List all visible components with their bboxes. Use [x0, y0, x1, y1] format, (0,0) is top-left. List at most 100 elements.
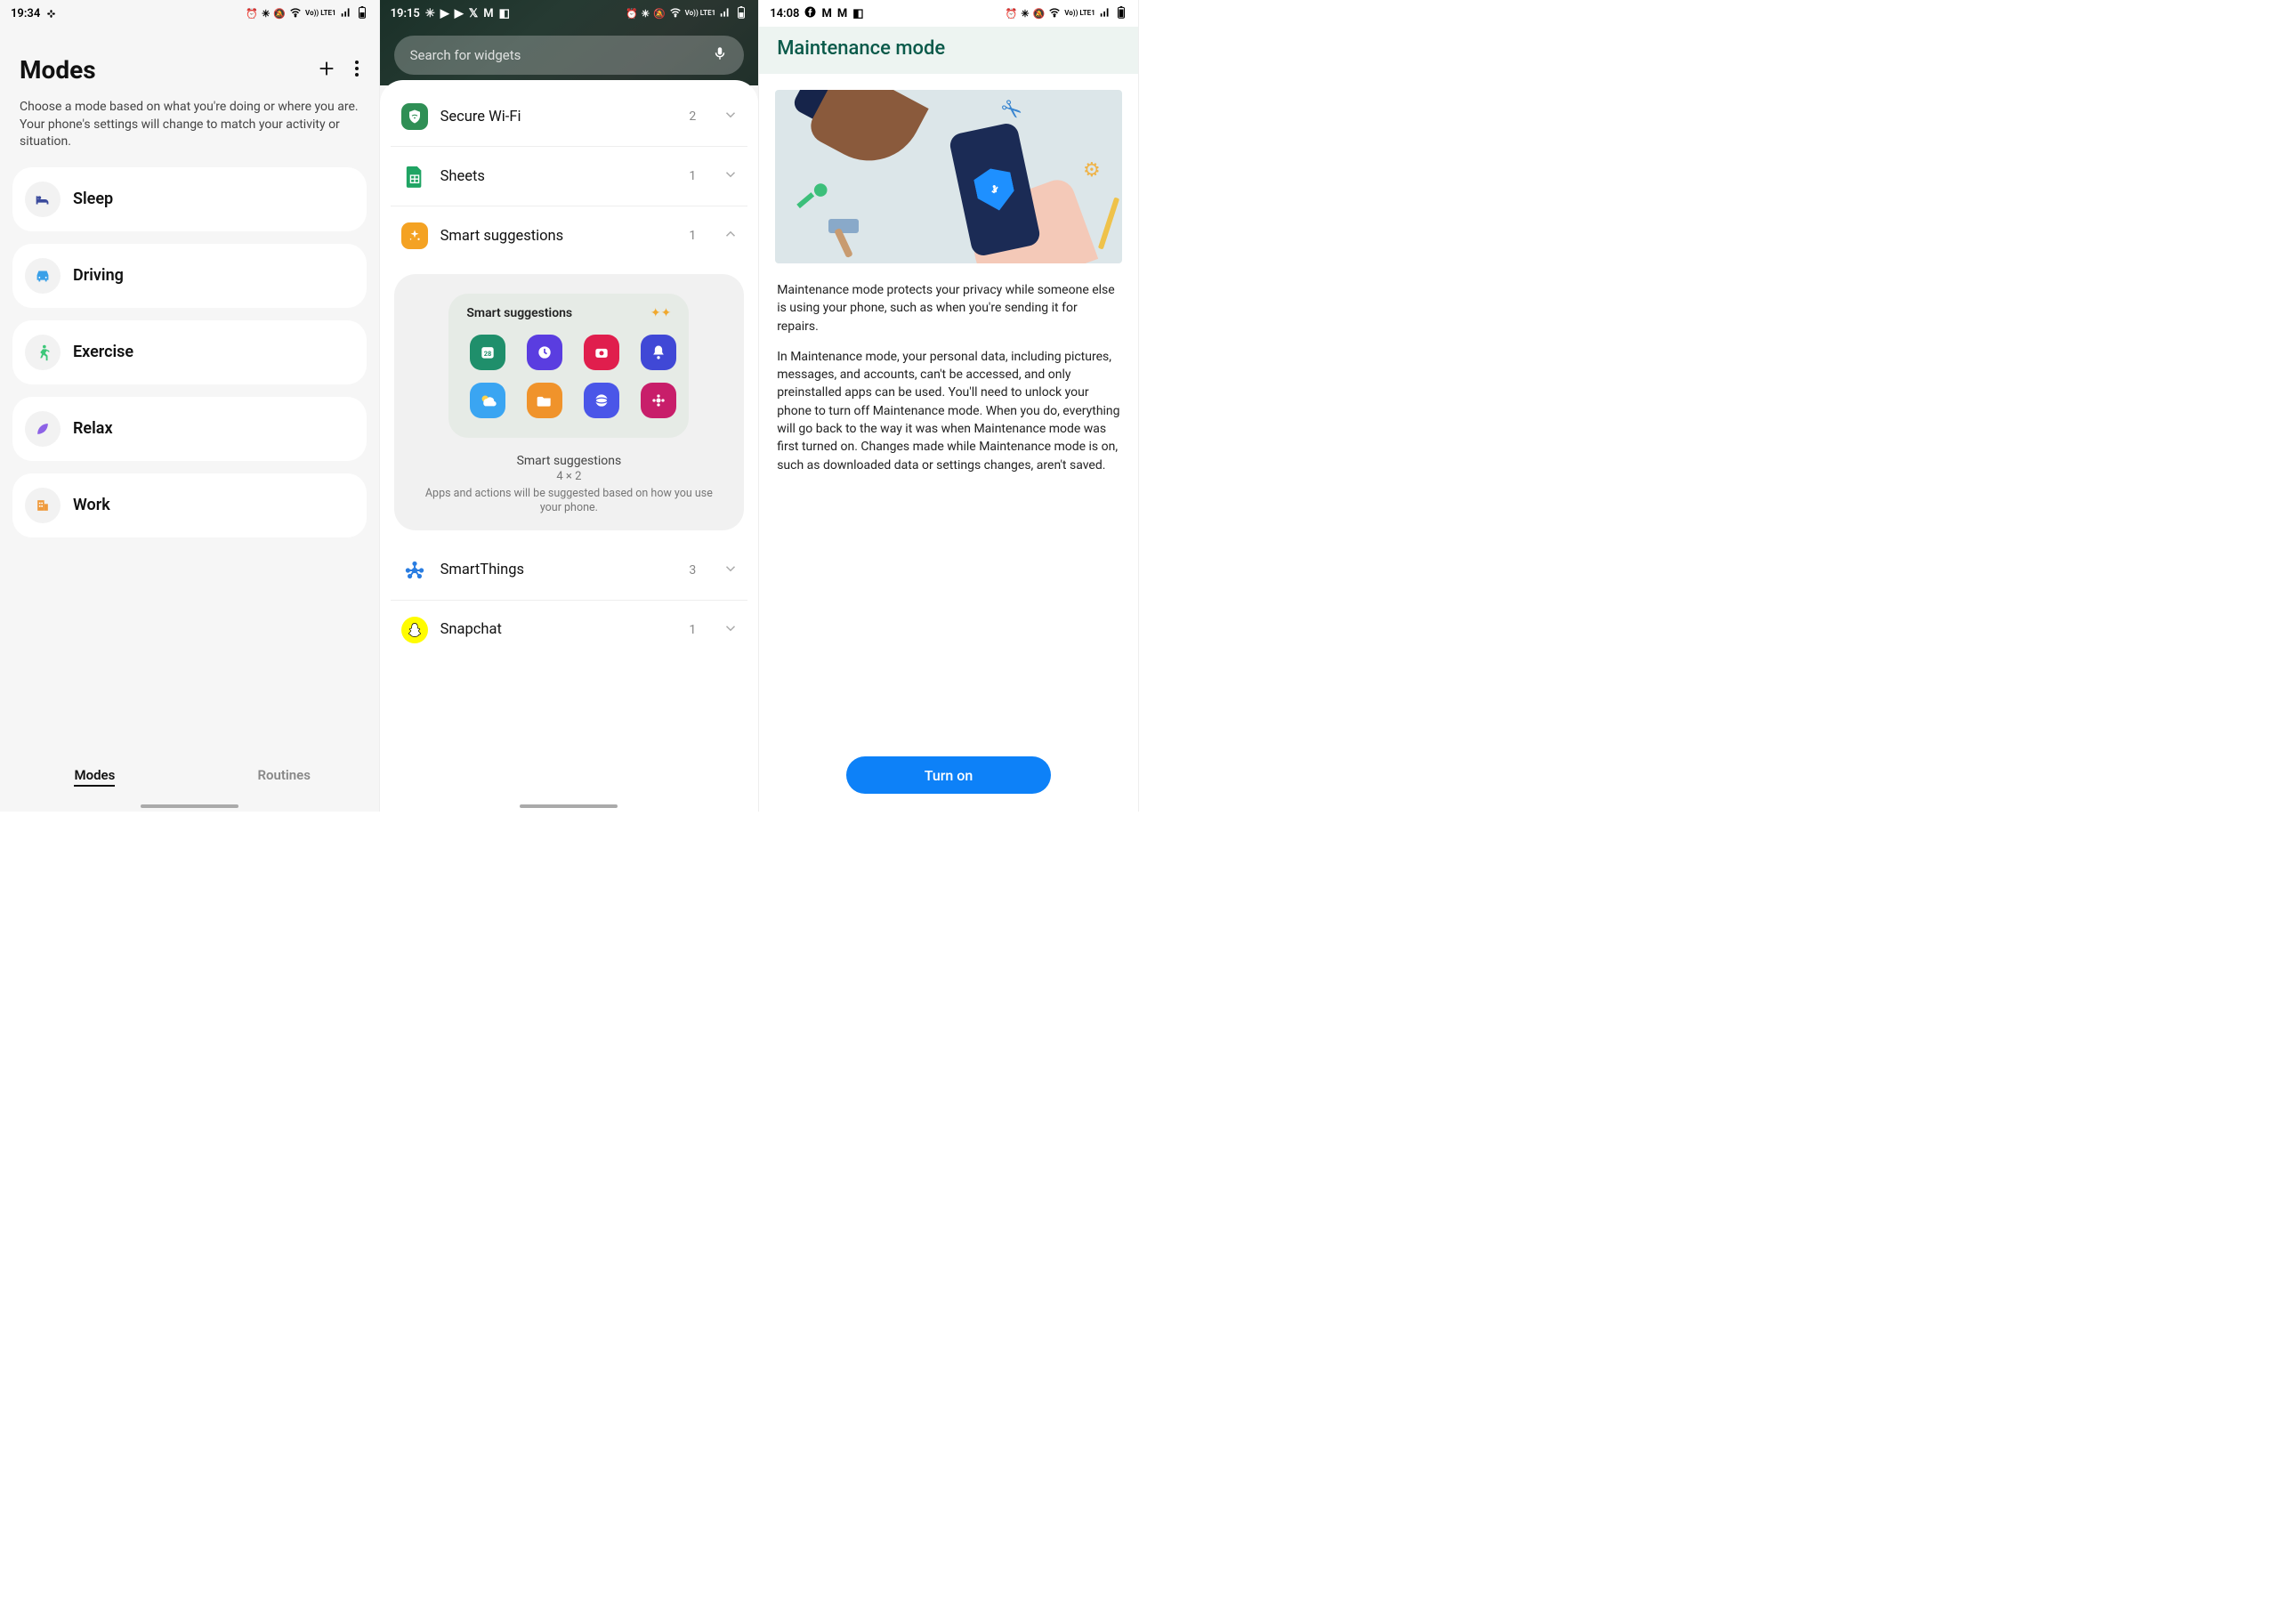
slack-icon: [45, 8, 57, 20]
status-bar: 14:08 M M ◧ ⏰ ✳ 🔕 Vo)) LTE1: [759, 0, 1138, 27]
preview-caption-title: Smart suggestions: [394, 454, 745, 468]
mode-item-relax[interactable]: Relax: [12, 397, 367, 461]
bottom-tabs: Modes Routines: [0, 758, 379, 792]
tab-modes[interactable]: Modes: [0, 758, 190, 792]
screen-widgets: 19:15 ✳ ▶ ▶ 𝕏 M ◧ ⏰ ✳ 🔕 Vo)) LTE1: [380, 0, 760, 812]
svg-text:28: 28: [484, 350, 492, 358]
wifi-icon: [289, 6, 302, 21]
status-bar: 19:34 ⏰ ✳ 🔕 Vo)) LTE1: [0, 0, 379, 27]
widget-row-sheets[interactable]: Sheets 1: [391, 147, 748, 206]
shield-wifi-icon: [401, 103, 428, 130]
sparkle-icon: [401, 222, 428, 249]
more-button[interactable]: [354, 60, 359, 81]
snapchat-icon: [401, 617, 428, 643]
sparkle-icon: ✦✦: [650, 306, 671, 320]
preview-caption-desc: Apps and actions will be suggested based…: [394, 487, 745, 516]
chevron-down-icon: [723, 620, 739, 640]
chevron-down-icon: [723, 107, 739, 126]
battery-icon: [1115, 6, 1127, 21]
app-files-icon: [527, 383, 562, 418]
chevron-down-icon: [723, 166, 739, 186]
widget-list-sheet: Secure Wi-Fi 2 Sheets 1 Smart suggestion…: [380, 80, 759, 812]
run-icon: [25, 335, 61, 370]
alarm-icon: ⏰: [1006, 8, 1018, 20]
sheets-icon: [401, 163, 428, 190]
status-bar: 19:15 ✳ ▶ ▶ 𝕏 M ◧ ⏰ ✳ 🔕 Vo)) LTE1: [380, 0, 759, 27]
status-time: 19:15: [391, 7, 420, 20]
nav-handle[interactable]: [141, 804, 238, 808]
widget-count: 1: [689, 623, 696, 637]
gmail-icon: M: [821, 7, 831, 20]
nav-handle[interactable]: [520, 804, 618, 808]
mic-icon[interactable]: [712, 45, 728, 65]
preview-title: Smart suggestions: [466, 306, 572, 320]
chevron-up-icon: [723, 226, 739, 246]
search-placeholder: Search for widgets: [410, 47, 521, 63]
paragraph-1: Maintenance mode protects your privacy w…: [777, 281, 1120, 335]
signal-icon: [340, 6, 352, 21]
modes-list: Sleep Driving Exercise Relax Work: [0, 167, 379, 537]
illustration: ✂ ━● ⚙: [775, 90, 1122, 263]
widget-row-smartthings[interactable]: SmartThings 3: [391, 541, 748, 601]
mode-item-driving[interactable]: Driving: [12, 244, 367, 308]
battery-icon: [356, 6, 368, 21]
tab-routines[interactable]: Routines: [190, 758, 379, 792]
photos-icon: ◧: [852, 7, 863, 20]
mode-label: Exercise: [73, 343, 133, 361]
turn-on-button[interactable]: Turn on: [846, 756, 1051, 794]
header: Maintenance mode: [759, 27, 1138, 74]
widget-count: 1: [689, 229, 696, 243]
battery-icon: [735, 6, 747, 21]
leaf-icon: [25, 411, 61, 447]
mode-label: Relax: [73, 419, 113, 438]
wifi-icon: [669, 6, 682, 21]
mode-label: Work: [73, 496, 110, 514]
widget-row-snapchat[interactable]: Snapchat 1: [391, 601, 748, 659]
mode-item-exercise[interactable]: Exercise: [12, 320, 367, 384]
widget-label: Snapchat: [440, 621, 677, 638]
body-text: Maintenance mode protects your privacy w…: [759, 276, 1138, 492]
bluetooth-icon: ✳: [642, 8, 650, 20]
paragraph-2: In Maintenance mode, your personal data,…: [777, 348, 1120, 474]
network-label: Vo)) LTE1: [305, 10, 336, 17]
mute-icon: 🔕: [1033, 8, 1046, 20]
car-icon: [25, 258, 61, 294]
app-gallery-icon: [641, 383, 676, 418]
widget-count: 2: [689, 109, 696, 124]
widget-row-secure-wifi[interactable]: Secure Wi-Fi 2: [391, 80, 748, 147]
app-weather-icon: [470, 383, 505, 418]
gmail-icon: M: [837, 7, 847, 20]
screen-modes: 19:34 ⏰ ✳ 🔕 Vo)) LTE1 Modes: [0, 0, 380, 812]
smartthings-icon: [401, 557, 428, 584]
preview-caption-size: 4 × 2: [394, 470, 745, 483]
bluetooth-icon: ✳: [1021, 8, 1029, 20]
mode-item-work[interactable]: Work: [12, 473, 367, 537]
widget-row-smart-suggestions[interactable]: Smart suggestions 1: [391, 206, 748, 265]
youtube-icon: ▶: [440, 7, 449, 20]
slack-icon: ✳: [425, 7, 435, 20]
search-input[interactable]: Search for widgets: [394, 36, 745, 75]
building-icon: [25, 488, 61, 523]
signal-icon: [1099, 6, 1111, 21]
chevron-down-icon: [723, 561, 739, 580]
facebook-icon: [804, 6, 816, 21]
widget-label: Sheets: [440, 168, 677, 185]
status-time: 14:08: [770, 7, 799, 20]
mode-item-sleep[interactable]: Sleep: [12, 167, 367, 231]
widget-count: 3: [689, 563, 696, 578]
twitter-icon: 𝕏: [469, 7, 478, 20]
photos-icon: ◧: [499, 7, 510, 20]
wifi-icon: [1048, 6, 1061, 21]
page-title: Modes: [20, 55, 96, 85]
app-browser-icon: [584, 383, 619, 418]
widget-preview-card[interactable]: Smart suggestions ✦✦ 28 Smart suggestion…: [394, 274, 745, 530]
alarm-icon: ⏰: [626, 8, 638, 20]
screen-maintenance: 14:08 M M ◧ ⏰ ✳ 🔕 Vo)) LTE1 Maintenance …: [759, 0, 1139, 812]
app-calendar-icon: 28: [470, 335, 505, 370]
status-time: 19:34: [11, 7, 40, 20]
widget-label: Smart suggestions: [440, 228, 677, 245]
add-button[interactable]: [317, 59, 336, 82]
app-bell-icon: [641, 335, 676, 370]
button-label: Turn on: [925, 767, 973, 784]
mute-icon: 🔕: [653, 8, 666, 20]
